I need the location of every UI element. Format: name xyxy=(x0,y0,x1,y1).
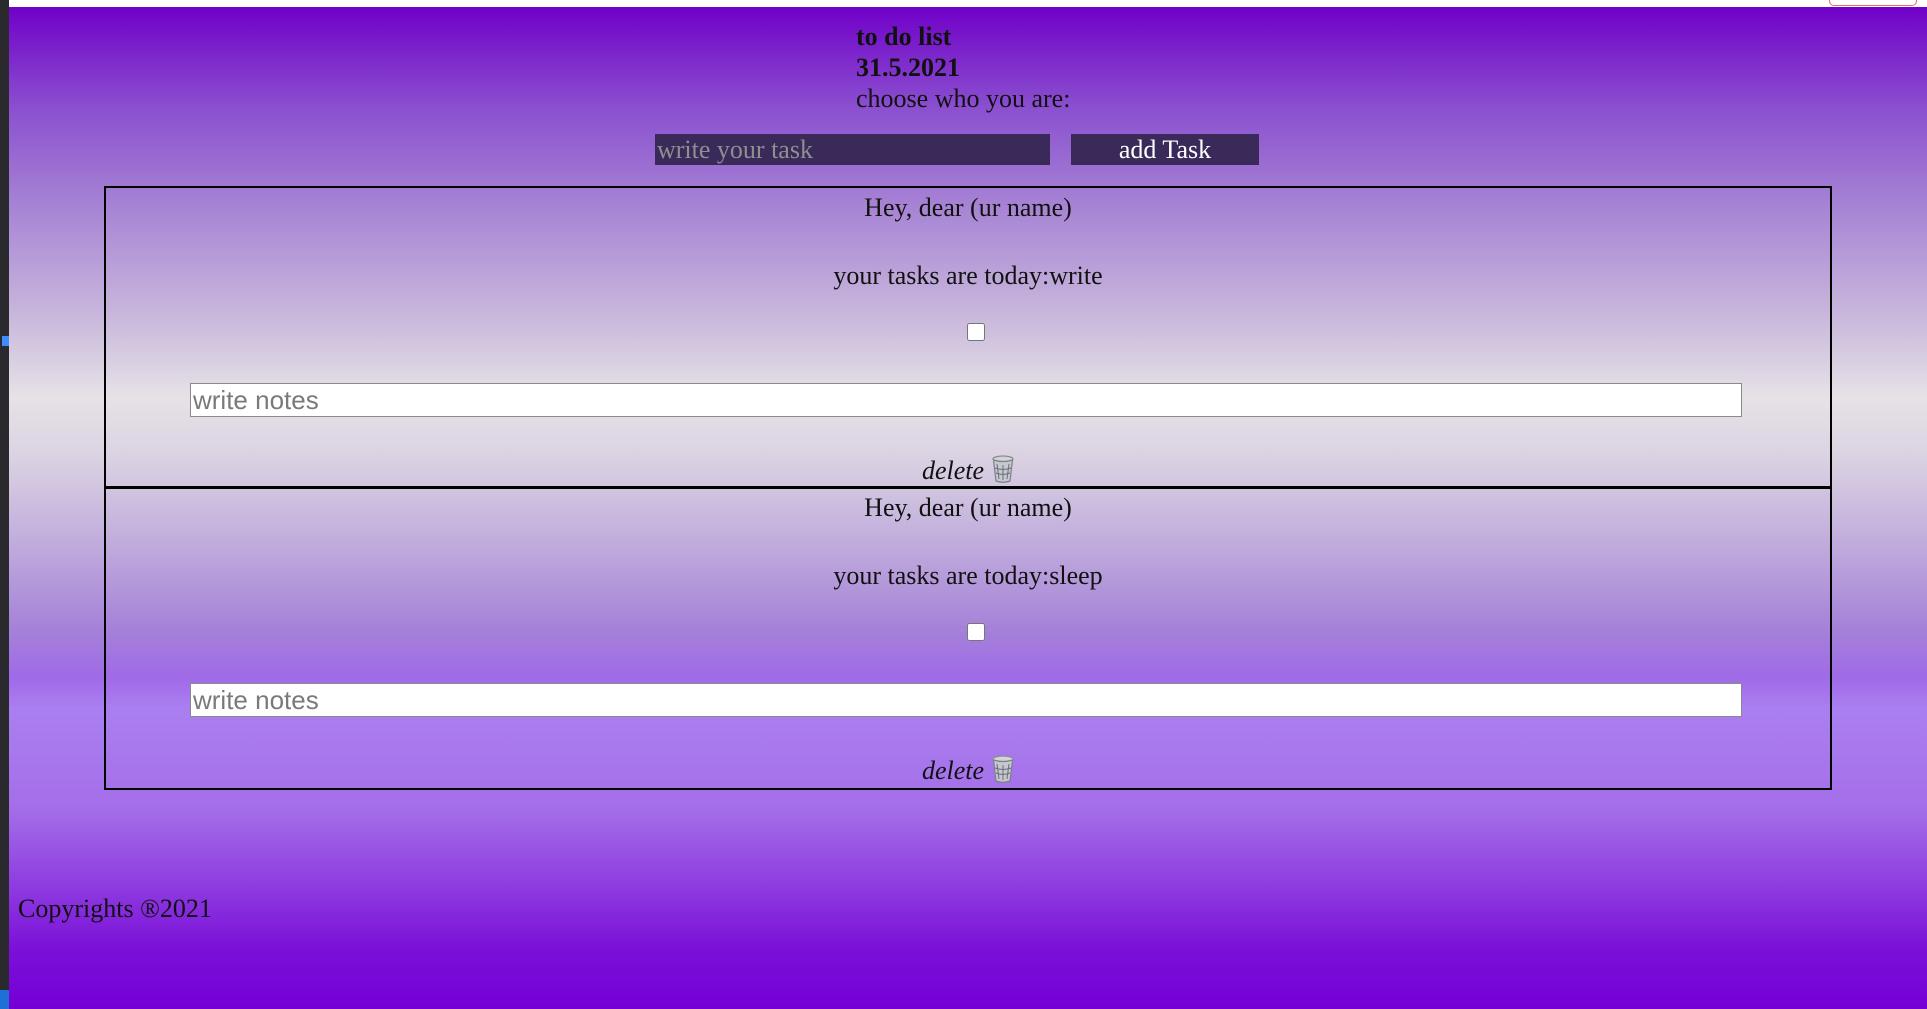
top-window-edge xyxy=(9,0,1927,7)
footer-copyright: Copyrights ®2021 xyxy=(18,894,212,923)
page-date: 31.5.2021 xyxy=(856,53,960,82)
task-text: your tasks are today:write xyxy=(833,261,1103,290)
task-card: Hey, dear (ur name) your tasks are today… xyxy=(104,486,1832,790)
delete-task-button[interactable]: delete xyxy=(106,455,1830,486)
edge-indicator-bottom xyxy=(0,990,9,1009)
task-text: your tasks are today:sleep xyxy=(833,561,1103,590)
task-done-checkbox[interactable] xyxy=(967,323,985,341)
top-right-tab-edge xyxy=(1829,0,1917,6)
todo-page: to do list 31.5.2021 choose who you are:… xyxy=(9,7,1927,1009)
page-title: to do list xyxy=(856,22,952,51)
add-task-button[interactable]: add Task xyxy=(1071,134,1259,165)
choose-user-prompt: choose who you are: xyxy=(856,84,1071,113)
task-greeting: Hey, dear (ur name) xyxy=(864,193,1072,222)
edge-indicator xyxy=(2,336,9,346)
wastebasket-icon xyxy=(992,755,1014,783)
browser-viewport: to do list 31.5.2021 choose who you are:… xyxy=(0,0,1927,1009)
notes-input[interactable] xyxy=(190,383,1742,417)
notes-input[interactable] xyxy=(190,683,1742,717)
delete-label: delete xyxy=(921,456,985,485)
wastebasket-icon xyxy=(992,455,1014,483)
page-header: to do list 31.5.2021 choose who you are: xyxy=(856,21,1070,114)
task-greeting: Hey, dear (ur name) xyxy=(864,493,1072,522)
task-input[interactable] xyxy=(655,134,1050,165)
task-done-checkbox[interactable] xyxy=(967,623,985,641)
task-card: Hey, dear (ur name) your tasks are today… xyxy=(104,186,1832,489)
left-window-edge xyxy=(0,0,9,1009)
delete-label: delete xyxy=(921,756,985,785)
delete-task-button[interactable]: delete xyxy=(106,755,1830,786)
